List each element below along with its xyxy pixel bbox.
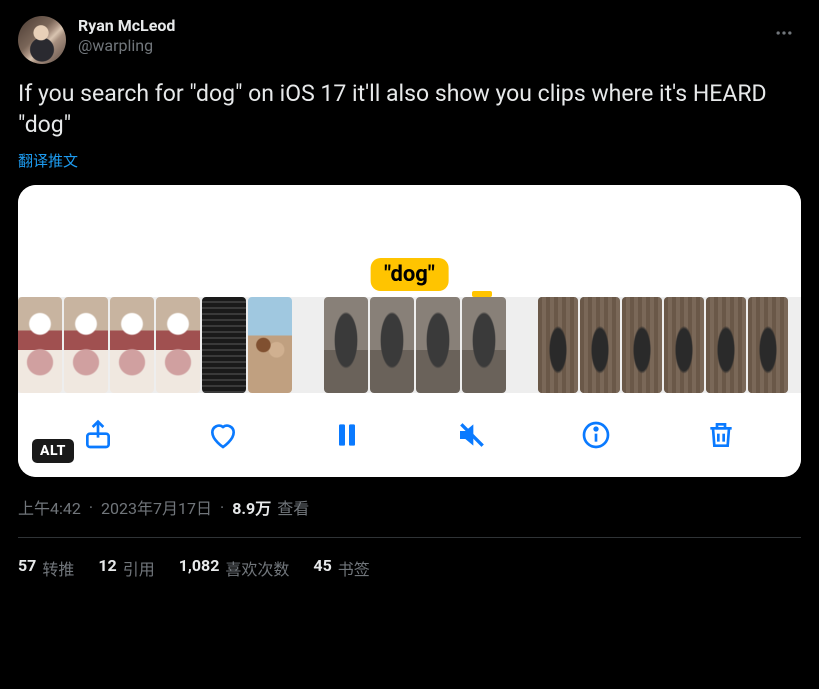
thumbnail — [248, 297, 292, 393]
likes-stat[interactable]: 1,082 喜欢次数 — [179, 556, 290, 580]
retweets-stat[interactable]: 57 转推 — [18, 556, 74, 580]
thumbnail — [462, 297, 506, 393]
pause-button[interactable] — [325, 413, 369, 457]
thumbnail — [18, 297, 62, 393]
thumbnail — [156, 297, 200, 393]
tweet-meta: 上午4:42 2023年7月17日 8.9万 查看 — [18, 495, 801, 519]
translate-link[interactable]: 翻译推文 — [18, 150, 801, 171]
thumbnail — [706, 297, 746, 393]
stat-count: 12 — [98, 556, 116, 580]
media-card[interactable]: "dog" — [18, 185, 801, 477]
trash-icon — [705, 419, 737, 451]
meta-time[interactable]: 上午4:42 — [18, 495, 81, 519]
meta-dot — [216, 498, 228, 517]
video-timeline[interactable] — [18, 297, 801, 393]
thumbnail — [110, 297, 154, 393]
delete-button[interactable] — [699, 413, 743, 457]
clip-group-1 — [18, 297, 292, 393]
author-block[interactable]: Ryan McLeod @warpling — [78, 16, 175, 56]
thumbnail — [324, 297, 368, 393]
views-label: 查看 — [277, 495, 309, 519]
stats-row: 57 转推 12 引用 1,082 喜欢次数 45 书签 — [18, 538, 801, 580]
share-icon — [82, 419, 114, 451]
thumbnail — [748, 297, 788, 393]
heart-icon — [207, 419, 239, 451]
search-tooltip: "dog" — [370, 258, 449, 291]
thumbnail — [202, 297, 246, 393]
stat-label: 转推 — [42, 556, 74, 580]
more-button[interactable] — [767, 16, 801, 50]
tweet-text: If you search for "dog" on iOS 17 it'll … — [18, 78, 801, 140]
tweet-container: Ryan McLeod @warpling If you search for … — [0, 0, 819, 580]
handle: @warpling — [78, 36, 175, 56]
mute-button[interactable] — [450, 413, 494, 457]
meta-date[interactable]: 2023年7月17日 — [101, 495, 212, 519]
info-button[interactable] — [574, 413, 618, 457]
media-toolbar — [18, 393, 801, 477]
pause-icon — [331, 419, 363, 451]
info-icon — [580, 419, 612, 451]
thumbnail — [416, 297, 460, 393]
ellipsis-icon — [774, 23, 794, 43]
thumbnail — [64, 297, 108, 393]
alt-badge[interactable]: ALT — [32, 439, 74, 463]
stat-label: 书签 — [338, 556, 370, 580]
clip-group-3 — [538, 297, 788, 393]
speaker-muted-icon — [456, 419, 488, 451]
meta-dot — [85, 498, 97, 517]
share-button[interactable] — [76, 413, 120, 457]
bookmarks-stat[interactable]: 45 书签 — [313, 556, 369, 580]
stat-label: 喜欢次数 — [225, 556, 289, 580]
quotes-stat[interactable]: 12 引用 — [98, 556, 154, 580]
clip-group-2 — [324, 297, 506, 393]
thumbnail — [622, 297, 662, 393]
stat-label: 引用 — [123, 556, 155, 580]
stat-count: 45 — [313, 556, 331, 580]
like-button[interactable] — [201, 413, 245, 457]
views-count[interactable]: 8.9万 — [232, 495, 271, 519]
display-name: Ryan McLeod — [78, 16, 175, 36]
stat-count: 1,082 — [179, 556, 220, 580]
thumbnail — [580, 297, 620, 393]
thumbnail — [370, 297, 414, 393]
media-upper: "dog" — [18, 185, 801, 297]
thumbnail — [538, 297, 578, 393]
avatar[interactable] — [18, 16, 66, 64]
stat-count: 57 — [18, 556, 36, 580]
thumbnail — [664, 297, 704, 393]
tweet-header: Ryan McLeod @warpling — [18, 16, 801, 64]
